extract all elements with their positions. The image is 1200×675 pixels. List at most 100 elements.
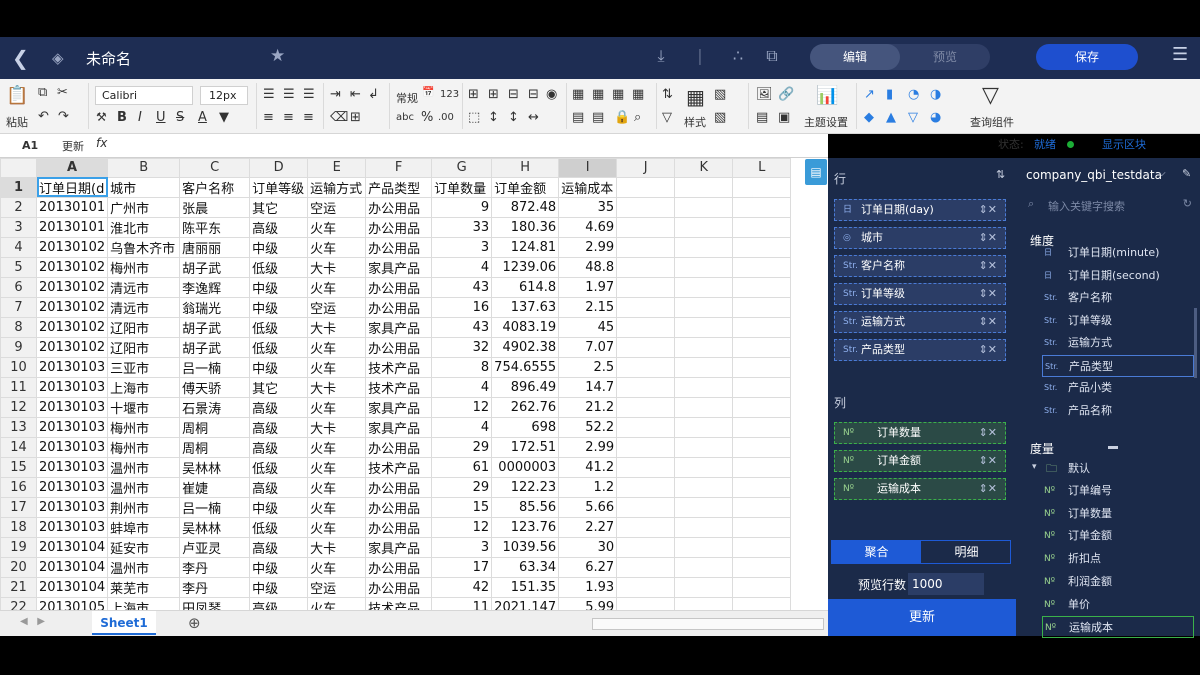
- text-format-icon[interactable]: abc: [396, 112, 414, 123]
- cell[interactable]: 20130103: [35, 496, 109, 518]
- field-item[interactable]: Str. 产品小类: [1042, 377, 1194, 399]
- cell[interactable]: 办公用品: [365, 196, 433, 218]
- cell[interactable]: [732, 376, 792, 398]
- cell[interactable]: [616, 256, 676, 278]
- row-header[interactable]: 7: [0, 296, 37, 318]
- cell[interactable]: [616, 596, 676, 610]
- cell[interactable]: 三亚市: [107, 356, 181, 378]
- cell[interactable]: 订单等级: [249, 176, 309, 198]
- panel-toggle-icon[interactable]: ▤: [805, 159, 827, 185]
- row-header[interactable]: 5: [0, 256, 37, 278]
- column-header[interactable]: F: [365, 158, 433, 178]
- menu-icon[interactable]: ☰: [1172, 44, 1188, 65]
- cell[interactable]: 订单金额: [491, 176, 560, 198]
- area-chart-icon[interactable]: ▲: [886, 110, 896, 125]
- cell[interactable]: 20130103: [35, 416, 109, 438]
- cell[interactable]: 42: [431, 576, 493, 598]
- cell[interactable]: [732, 276, 792, 298]
- field-item[interactable]: Nº 订单数量: [1042, 503, 1194, 525]
- cell[interactable]: 空运: [307, 296, 367, 318]
- cell[interactable]: 45: [558, 316, 618, 338]
- cell[interactable]: 6.27: [558, 556, 618, 578]
- table-split-icon[interactable]: ▦: [612, 87, 624, 102]
- cell[interactable]: 胡子武: [179, 336, 251, 358]
- cell[interactable]: [732, 336, 792, 358]
- align-left-icon[interactable]: ☰: [263, 87, 275, 102]
- sort-icon[interactable]: ⇅: [662, 87, 673, 102]
- field-pill[interactable]: Nº 运输成本 ⇕✕: [834, 478, 1006, 500]
- date-format-icon[interactable]: 📅: [422, 87, 434, 98]
- cell[interactable]: 低级: [249, 456, 309, 478]
- cell[interactable]: 吕一楠: [179, 496, 251, 518]
- cell[interactable]: 123.76: [491, 516, 560, 538]
- cell[interactable]: 52.2: [558, 416, 618, 438]
- cell[interactable]: [732, 436, 792, 458]
- mode-edit-tab[interactable]: 编辑: [810, 44, 900, 70]
- table-grid-icon[interactable]: ▦: [572, 87, 584, 102]
- table-style-icon[interactable]: ▧: [714, 110, 726, 125]
- cell[interactable]: 吴林林: [179, 456, 251, 478]
- cell[interactable]: 大卡: [307, 316, 367, 338]
- row-header[interactable]: 6: [0, 276, 37, 298]
- cell[interactable]: 151.35: [491, 576, 560, 598]
- cell[interactable]: 客户名称: [179, 176, 251, 198]
- tab-detail[interactable]: 明细: [922, 541, 1011, 563]
- cell[interactable]: [616, 196, 676, 218]
- tab-aggregate[interactable]: 聚合: [832, 541, 921, 563]
- cell[interactable]: [674, 416, 734, 438]
- cell[interactable]: 20130101: [35, 196, 109, 218]
- row-header[interactable]: 15: [0, 456, 37, 478]
- add-sheet-icon[interactable]: ⊕: [188, 614, 201, 632]
- cell[interactable]: 41.2: [558, 456, 618, 478]
- cell[interactable]: 唐丽丽: [179, 236, 251, 258]
- cell[interactable]: 896.49: [491, 376, 560, 398]
- cell[interactable]: 872.48: [491, 196, 560, 218]
- cell[interactable]: [732, 516, 792, 538]
- row-header[interactable]: 2: [0, 196, 37, 218]
- row-header[interactable]: 22: [0, 596, 37, 610]
- link-icon[interactable]: 🔗: [778, 87, 794, 102]
- cell[interactable]: [616, 236, 676, 258]
- indent-icon[interactable]: ⇥: [330, 87, 341, 102]
- cell[interactable]: [616, 436, 676, 458]
- outdent-icon[interactable]: ⇤: [350, 87, 361, 102]
- cell[interactable]: [674, 336, 734, 358]
- table-insert-icon[interactable]: ▦: [592, 87, 604, 102]
- cell[interactable]: 火车: [307, 396, 367, 418]
- sort-remove-icon[interactable]: ⇕✕: [979, 479, 997, 499]
- cell[interactable]: 傅天骄: [179, 376, 251, 398]
- cell[interactable]: 胡子武: [179, 256, 251, 278]
- cell[interactable]: 订单数量: [431, 176, 493, 198]
- cell[interactable]: 胡子武: [179, 316, 251, 338]
- cut-icon[interactable]: ✂: [57, 85, 68, 100]
- cell[interactable]: [616, 536, 676, 558]
- cell[interactable]: 上海市: [107, 596, 181, 610]
- cell[interactable]: 高级: [249, 416, 309, 438]
- column-header[interactable]: B: [107, 158, 181, 178]
- field-pill[interactable]: Str. 订单等级 ⇕✕: [834, 283, 1006, 305]
- cell[interactable]: 中级: [249, 556, 309, 578]
- cell[interactable]: 20130102: [35, 276, 109, 298]
- cell[interactable]: 技术产品: [365, 596, 433, 610]
- cell[interactable]: [616, 316, 676, 338]
- cell[interactable]: 61: [431, 456, 493, 478]
- cell[interactable]: 高级: [249, 476, 309, 498]
- clear-icon[interactable]: ⌫: [330, 110, 348, 125]
- sort-remove-icon[interactable]: ⇕✕: [979, 228, 997, 248]
- cell[interactable]: 火车: [307, 556, 367, 578]
- field-pill[interactable]: Str. 客户名称 ⇕✕: [834, 255, 1006, 277]
- align-center-icon[interactable]: ☰: [283, 87, 295, 102]
- column-header[interactable]: J: [616, 158, 676, 178]
- cell[interactable]: [732, 216, 792, 238]
- cell[interactable]: 12: [431, 516, 493, 538]
- cell[interactable]: 4083.19: [491, 316, 560, 338]
- cell[interactable]: 高级: [249, 396, 309, 418]
- number-123-icon[interactable]: 123: [440, 89, 459, 100]
- cell[interactable]: 辽阳市: [107, 316, 181, 338]
- cell[interactable]: [732, 256, 792, 278]
- cell[interactable]: 5.99: [558, 596, 618, 610]
- cell[interactable]: 33: [431, 216, 493, 238]
- field-item[interactable]: Str. 运输方式: [1042, 332, 1194, 354]
- field-item[interactable]: Str. 客户名称: [1042, 287, 1194, 309]
- row-header[interactable]: 4: [0, 236, 37, 258]
